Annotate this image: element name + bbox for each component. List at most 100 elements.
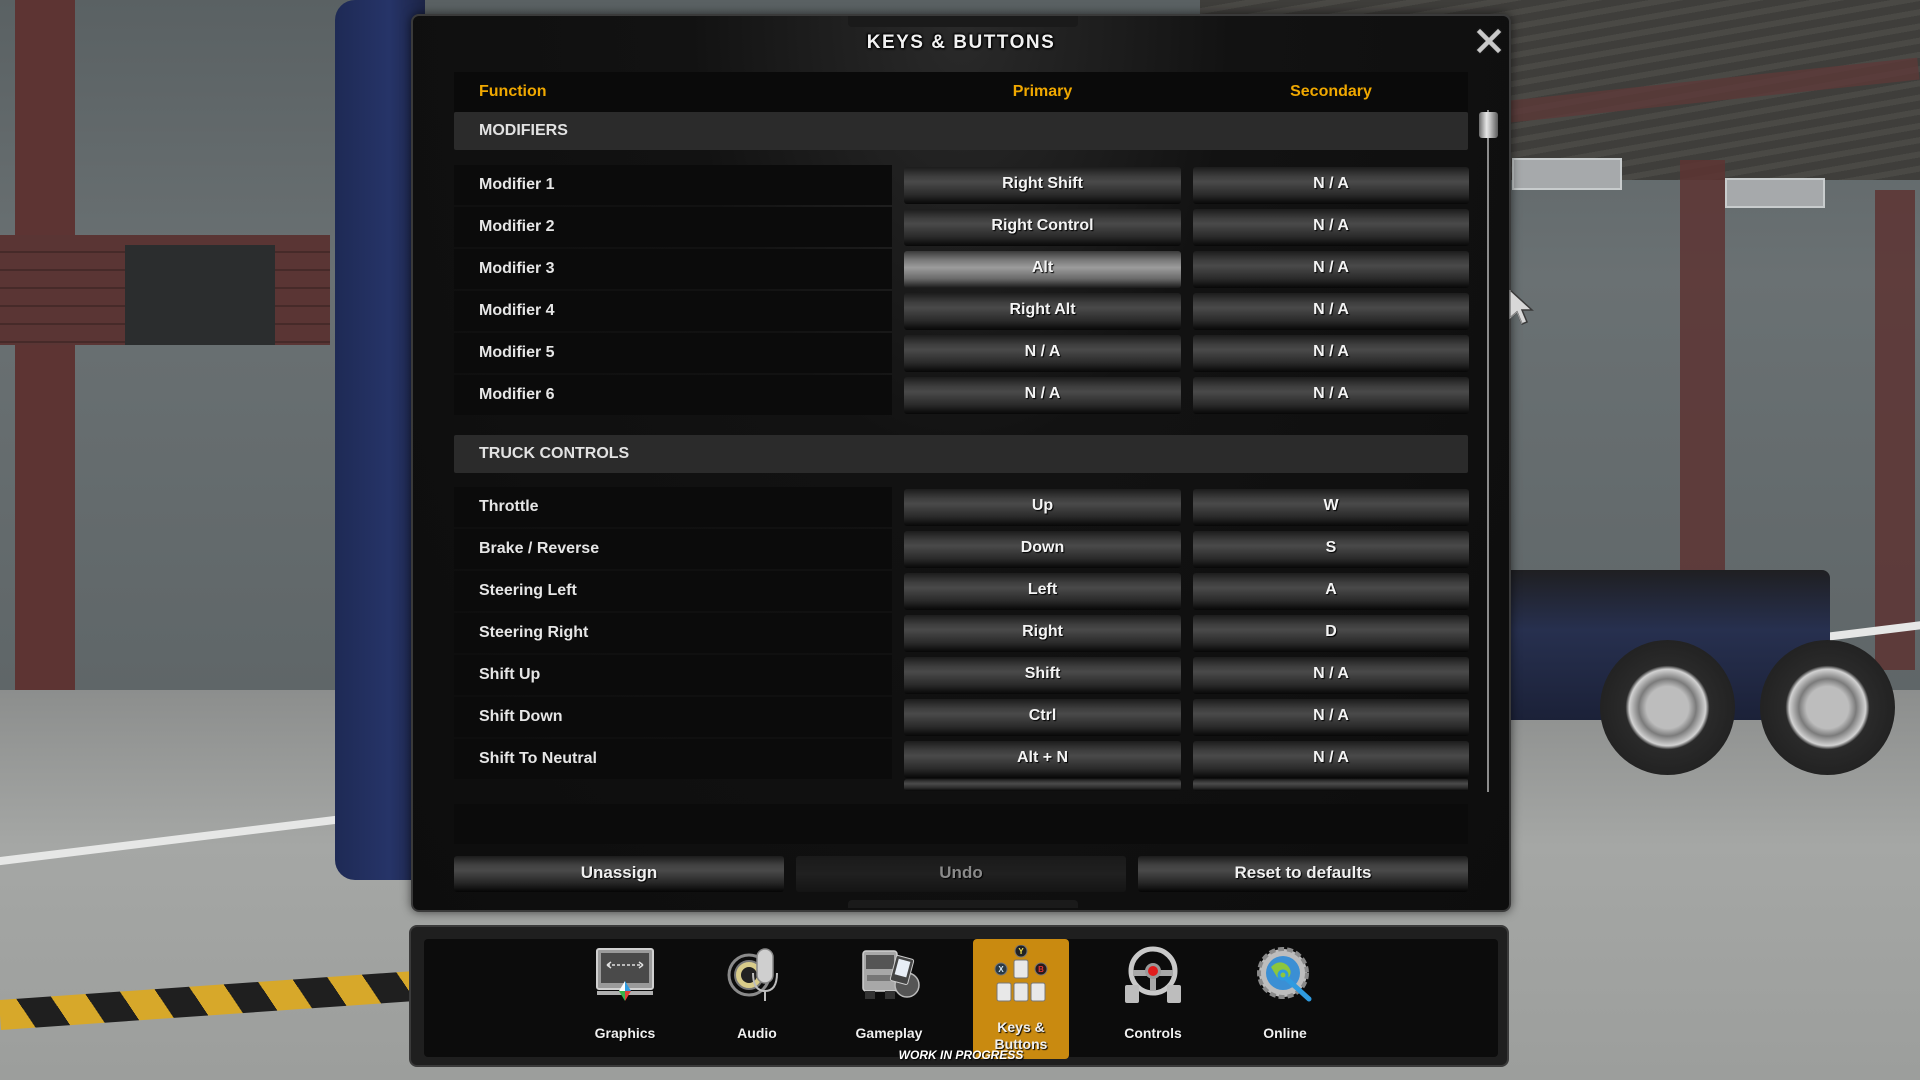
svg-text:B: B [1038, 965, 1044, 974]
nav-tab-keys-and-buttons[interactable]: Y X B Keys & Buttons [973, 939, 1069, 1059]
monitor-icon [596, 948, 654, 1001]
nav-tab-label: Controls [1124, 1025, 1182, 1041]
secondary-binding-button[interactable]: S [1193, 531, 1469, 568]
primary-binding-button[interactable]: Right Alt [904, 293, 1181, 330]
primary-binding-button[interactable]: Alt + N [904, 741, 1181, 778]
secondary-binding-button[interactable]: W [1193, 489, 1469, 526]
primary-binding-button[interactable]: Left [904, 573, 1181, 610]
primary-binding-button[interactable]: Right Control [904, 209, 1181, 246]
binding-row: Modifier 1 Right Shift N / A [454, 165, 1469, 205]
binding-row: Modifier 5 N / A N / A [454, 333, 1469, 373]
column-header-secondary: Secondary [1290, 83, 1372, 100]
secondary-binding-button[interactable]: N / A [1193, 293, 1469, 330]
svg-text:X: X [998, 965, 1004, 974]
dialog-top-notch [848, 16, 1078, 27]
secondary-binding-button[interactable]: N / A [1193, 251, 1469, 288]
secondary-binding-button[interactable]: N / A [1193, 657, 1469, 694]
binding-row: Modifier 2 Right Control N / A [454, 207, 1469, 247]
primary-binding-button[interactable]: Ctrl [904, 699, 1181, 736]
section-header-truck-controls: TRUCK CONTROLS [454, 435, 1468, 473]
nav-tab-label: Graphics [594, 1025, 656, 1041]
binding-row-partial [454, 779, 1468, 791]
truck-pda-icon [862, 950, 920, 999]
nav-tab-controls[interactable]: Controls [1105, 939, 1201, 1059]
close-x-icon [1475, 27, 1503, 55]
garage-window [1512, 158, 1622, 190]
binding-row: Modifier 4 Right Alt N / A [454, 291, 1469, 331]
function-cell: Modifier 2 [454, 207, 892, 247]
secondary-binding-button[interactable]: N / A [1193, 741, 1469, 778]
primary-binding-button[interactable]: Right [904, 615, 1181, 652]
reset-to-defaults-button[interactable]: Reset to defaults [1138, 856, 1468, 892]
function-label: Throttle [479, 498, 539, 515]
primary-binding-button[interactable]: Shift [904, 657, 1181, 694]
secondary-binding-button[interactable]: N / A [1193, 335, 1469, 372]
nav-tab-graphics[interactable]: Graphics [577, 939, 673, 1059]
function-cell: Steering Right [454, 613, 892, 653]
primary-binding-button[interactable]: N / A [904, 377, 1181, 414]
microphone-speaker-icon [727, 948, 778, 1001]
binding-row: Shift Up Shift N / A [454, 655, 1469, 695]
function-cell: Brake / Reverse [454, 529, 892, 569]
primary-binding-button[interactable]: Alt [904, 251, 1181, 288]
function-cell: Throttle [454, 487, 892, 527]
mouse-cursor-icon [1509, 288, 1534, 325]
function-cell: Shift Down [454, 697, 892, 737]
function-cell: Steering Left [454, 571, 892, 611]
binding-row: Steering Left Left A [454, 571, 1469, 611]
function-label: Shift Up [479, 666, 541, 683]
close-button[interactable] [1475, 27, 1503, 55]
function-cell: Modifier 6 [454, 375, 892, 415]
globe-gear-wrench-icon [1257, 947, 1312, 1002]
keys-buttons-dialog: KEYS & BUTTONS Function Primary Secondar… [411, 14, 1534, 912]
column-header-primary: Primary [1012, 83, 1073, 100]
function-cell: Shift To Neutral [454, 739, 892, 779]
function-cell: Modifier 4 [454, 291, 892, 331]
nav-tab-audio[interactable]: Audio [709, 939, 805, 1059]
function-label: Modifier 1 [479, 176, 555, 193]
scrollbar-thumb[interactable] [1479, 112, 1498, 138]
function-cell: Modifier 3 [454, 249, 892, 289]
nav-tab-label: Audio [737, 1025, 777, 1041]
binding-row: Modifier 6 N / A N / A [454, 375, 1469, 415]
nav-tab-label: Online [1263, 1025, 1307, 1041]
garage-window [1725, 178, 1825, 208]
function-label: Shift Down [479, 708, 563, 725]
pillar [15, 0, 75, 700]
function-label: Modifier 2 [479, 218, 555, 235]
scrollbar-track[interactable] [1487, 110, 1489, 792]
nav-tab-gameplay[interactable]: Gameplay [841, 939, 937, 1059]
secondary-binding-button[interactable]: N / A [1193, 209, 1469, 246]
secondary-binding-button[interactable]: N / A [1193, 167, 1469, 204]
secondary-binding-button[interactable]: N / A [1193, 377, 1469, 414]
primary-binding-button[interactable]: Down [904, 531, 1181, 568]
function-cell: Modifier 1 [454, 165, 892, 205]
dialog-bottom-notch [848, 900, 1078, 908]
binding-row: Brake / Reverse Down S [454, 529, 1469, 569]
dialog-title: KEYS & BUTTONS [866, 32, 1056, 53]
secondary-binding-button[interactable]: D [1193, 615, 1469, 652]
options-navigation-bar: Graphics Audio Gameplay Y X B Keys & But… [409, 925, 1509, 1067]
section-title: MODIFIERS [479, 122, 568, 139]
primary-binding-button[interactable]: N / A [904, 335, 1181, 372]
secondary-binding-button[interactable]: A [1193, 573, 1469, 610]
column-header-function: Function [479, 83, 547, 100]
primary-binding-button[interactable] [904, 779, 1181, 791]
function-label: Modifier 4 [479, 302, 555, 319]
function-label: Brake / Reverse [479, 540, 600, 557]
section-title: TRUCK CONTROLS [479, 445, 630, 462]
primary-binding-button[interactable]: Right Shift [904, 167, 1181, 204]
secondary-binding-button[interactable] [1193, 779, 1468, 791]
work-in-progress-label: WORK IN PROGRESS [898, 1048, 1024, 1062]
undo-button[interactable]: Undo [796, 856, 1126, 892]
steering-wheel-icon [1125, 946, 1181, 1003]
pillar [1875, 190, 1915, 670]
function-label: Modifier 5 [479, 344, 555, 361]
binding-row: Shift Down Ctrl N / A [454, 697, 1469, 737]
nav-tab-online[interactable]: Online [1237, 939, 1333, 1059]
function-cell: Shift Up [454, 655, 892, 695]
primary-binding-button[interactable]: Up [904, 489, 1181, 526]
unassign-button[interactable]: Unassign [454, 856, 784, 892]
binding-row: Throttle Up W [454, 487, 1469, 527]
secondary-binding-button[interactable]: N / A [1193, 699, 1469, 736]
